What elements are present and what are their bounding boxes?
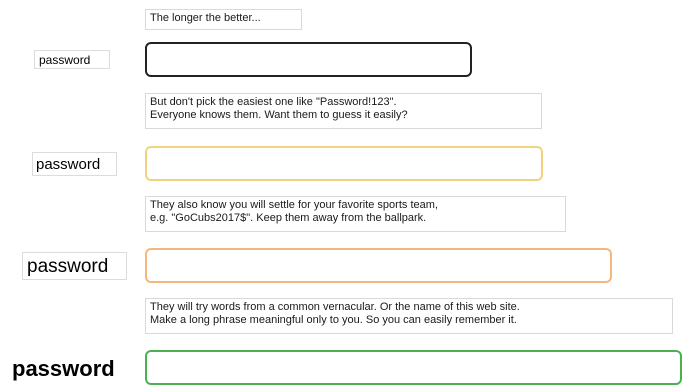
hint-line: But don't pick the easiest one like "Pas… <box>150 96 397 108</box>
password-input-2[interactable] <box>145 146 543 181</box>
password-hint-4: They will try words from a common vernac… <box>145 298 673 334</box>
password-hint-2: But don't pick the easiest one like "Pas… <box>145 93 542 129</box>
password-input-1[interactable] <box>145 42 472 77</box>
password-label-1: password <box>34 50 110 69</box>
password-label-3: password <box>22 252 127 280</box>
hint-line: Make a long phrase meaningful only to yo… <box>150 314 517 326</box>
password-input-3[interactable] <box>145 248 612 283</box>
password-label-2: password <box>32 152 117 176</box>
hint-line: Everyone knows them. Want them to guess … <box>150 109 408 121</box>
hint-line: They also know you will settle for your … <box>150 199 438 211</box>
password-hint-1: The longer the better... <box>145 9 302 30</box>
password-label-4: password <box>8 353 136 383</box>
hint-line: They will try words from a common vernac… <box>150 301 520 313</box>
password-input-4[interactable] <box>145 350 682 385</box>
hint-line: The longer the better... <box>150 12 261 24</box>
hint-line: e.g. "GoCubs2017$". Keep them away from … <box>150 212 427 224</box>
password-hint-3: They also know you will settle for your … <box>145 196 566 232</box>
